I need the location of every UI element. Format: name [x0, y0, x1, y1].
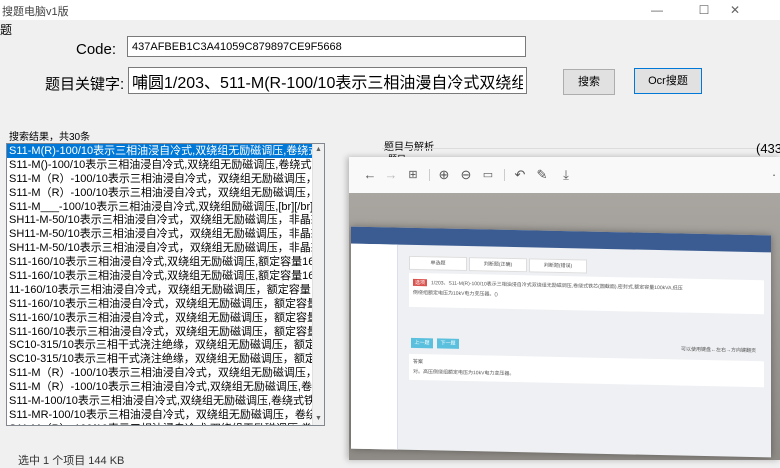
analysis-divider — [382, 148, 762, 149]
list-item[interactable]: SH11-M-50/10表示三相油浸自冷式，双绕组无励磁调压，非晶态合金铁芯 — [7, 241, 315, 255]
edit-icon[interactable]: ✎ — [533, 166, 551, 184]
list-item[interactable]: S11-M（R）-100/10表示三相油浸自冷式,双绕组无励磁调压,卷绕式铁芯, — [7, 422, 315, 425]
screen-top-bar — [351, 226, 771, 253]
list-item[interactable]: SH11-M-50/10表示三相油浸自冷式，双绕组无励磁调压，非晶态合金铁芯 — [7, 227, 315, 241]
results-rows: S11-M(R)-100/10表示三相油浸自冷式,双绕组无励磁调压,卷绕式铁芯(… — [7, 144, 324, 425]
screen-prev-button: 上一题 — [411, 337, 433, 349]
list-item[interactable]: S11-160/10表示三相油浸自冷式，双绕组无励磁调压，额定容量160kVA, — [7, 325, 315, 339]
list-item[interactable]: S11-M（R）-100/10表示三相油浸自冷式,双绕组无励磁调压,卷绕式铁芯 — [7, 380, 315, 394]
list-item[interactable]: S11-MR-100/10表示三相油浸自冷式，双绕组无励磁调压，卷绕式铁芯圆 — [7, 408, 315, 422]
rotate-icon[interactable]: ↶ — [511, 166, 529, 184]
list-item[interactable]: S11-M（R）-100/10表示三相油浸自冷式，双绕组无励磁调压，卷绕式铁 — [7, 186, 315, 200]
title-bar: 搜题电脑v1版 — ☐ ✕ — [0, 0, 780, 20]
screen-next-button: 下一题 — [437, 338, 459, 349]
zoom-in-icon[interactable]: ⊕ — [435, 166, 453, 184]
keyword-input[interactable] — [128, 67, 527, 94]
screen-question-line2: 侧绕组额定电压为10kV电力变压器。() — [413, 289, 498, 298]
monitor-screen: 单选题 判断题(正确) 判断题(错误) 选项 1/203、S11-M(R)-10… — [351, 226, 771, 458]
scroll-down-icon[interactable]: ▼ — [313, 413, 324, 425]
list-item[interactable]: S11-M()-100/10表示三相油浸自冷式,双绕组无励磁调压,卷绕式铁芯(圆… — [7, 158, 315, 172]
list-item[interactable]: S11-M（R）-100/10表示三相油浸自冷式，双绕组无励磁调压，卷绕式铁 — [7, 366, 315, 380]
code-label: Code: — [76, 41, 117, 58]
list-item[interactable]: S11-M(R)-100/10表示三相油浸自冷式,双绕组无励磁调压,卷绕式铁芯(… — [7, 144, 315, 158]
search-button[interactable]: 搜索 — [563, 69, 615, 95]
more-icon[interactable]: · — [765, 166, 780, 184]
list-item[interactable]: S11-M（R）-100/10表示三相油浸自冷式，双绕组无励磁调压，卷绕式铁 — [7, 172, 315, 186]
results-header: 搜索结果，共30条 — [9, 132, 91, 143]
photo-viewer-window: ← → ⊞ ⊕ ⊖ ▭ ↶ ✎ ⤓ · 单选题 判断题(正确) 判断题(错误) … — [349, 157, 780, 460]
list-item[interactable]: S11-M___-100/10表示三相油浸自冷式,双绕组励磁调压,[br][/b… — [7, 200, 315, 214]
scroll-up-icon[interactable]: ▲ — [313, 144, 324, 156]
screen-tab-single: 单选题 — [409, 255, 467, 272]
close-button[interactable]: ✕ — [722, 2, 748, 18]
viewer-toolbar: ← → ⊞ ⊕ ⊖ ▭ ↶ ✎ ⤓ · — [349, 157, 780, 193]
toolbar-separator — [504, 169, 505, 181]
screen-answer-box: 答案 对。高压侧绕组额定电压为10kV电力变压器。 — [409, 353, 764, 388]
save-icon[interactable]: ⤓ — [557, 166, 575, 184]
list-item[interactable]: SC10-315/10表示三相干式浇注绝缘，双绕组无励磁调压，额定容量（）k — [7, 338, 315, 352]
window-title: 搜题电脑v1版 — [2, 6, 69, 18]
analysis-header: 题目与解析 — [384, 138, 434, 153]
list-item[interactable]: S11-M-100/10表示三相油浸自冷式,双绕组无励磁调压,卷绕式铁芯（圆截 — [7, 394, 315, 408]
screen-tab-true: 判断题(正确) — [469, 257, 527, 273]
status-text: 选中 1 个项目 144 KB — [18, 455, 125, 467]
list-item[interactable]: 11-160/10表示三相油浸自冷式，双绕组无励磁调压，额定容量（）kVA， — [7, 283, 315, 297]
vertical-scrollbar[interactable]: ▲ ▼ — [312, 144, 324, 425]
screen-tab-false: 判断题(错误) — [529, 258, 587, 274]
screen-answer-label: 答案 — [413, 358, 424, 366]
maximize-button[interactable]: ☐ — [691, 2, 717, 18]
side-text: (433 — [756, 141, 780, 156]
toolbar-separator — [429, 169, 430, 181]
zoom-out-icon[interactable]: ⊖ — [457, 166, 475, 184]
list-item[interactable]: S11-160/10表示三相油浸自冷式,双绕组无励磁调压,额定容量160kVA,… — [7, 255, 315, 269]
minimize-button[interactable]: — — [644, 2, 670, 18]
menu-label: 题 — [0, 23, 13, 37]
forward-arrow-icon[interactable]: → — [382, 166, 400, 184]
list-item[interactable]: S11-160/10表示三相油浸自冷式,双绕组无励磁调压,额定容量160kVA,… — [7, 269, 315, 283]
ocr-search-button[interactable]: Ocr搜题 — [634, 68, 702, 94]
actual-size-icon[interactable]: ▭ — [479, 166, 497, 184]
back-arrow-icon[interactable]: ← — [361, 166, 379, 184]
keyword-label: 题目关键字: — [45, 76, 125, 93]
code-input[interactable] — [127, 36, 526, 57]
screen-sidebar — [351, 243, 398, 450]
screen-question-tag: 选项 — [413, 278, 428, 287]
list-item[interactable]: S11-160/10表示三相油浸自冷式，双绕组无励磁调压，额定容量（）kVA — [7, 297, 315, 311]
results-list[interactable]: S11-M(R)-100/10表示三相油浸自冷式,双绕组无励磁调压,卷绕式铁芯(… — [6, 143, 325, 426]
screen-question-box: 选项 1/203、S11-M(R)-100/10表示三相油浸自冷式双绕组无励磁调… — [409, 272, 764, 315]
list-item[interactable]: SC10-315/10表示三相干式浇注绝缘，双绕组无励磁调压，额定容量（）k — [7, 352, 315, 366]
screen-answer-text: 对。高压侧绕组额定电压为10kV电力变压器。 — [413, 368, 515, 378]
photo-image: 单选题 判断题(正确) 判断题(错误) 选项 1/203、S11-M(R)-10… — [349, 193, 780, 460]
list-item[interactable]: SH11-M-50/10表示三相油浸自冷式，双绕组无励磁调压，非晶态合金铁芯 — [7, 213, 315, 227]
grid-icon[interactable]: ⊞ — [404, 166, 422, 184]
list-item[interactable]: S11-160/10表示三相油浸自冷式，双绕组无励磁调压，额定容量（）kVA — [7, 311, 315, 325]
screen-tip-text: 可以使用键盘←左右→方向键翻页 — [681, 346, 757, 355]
